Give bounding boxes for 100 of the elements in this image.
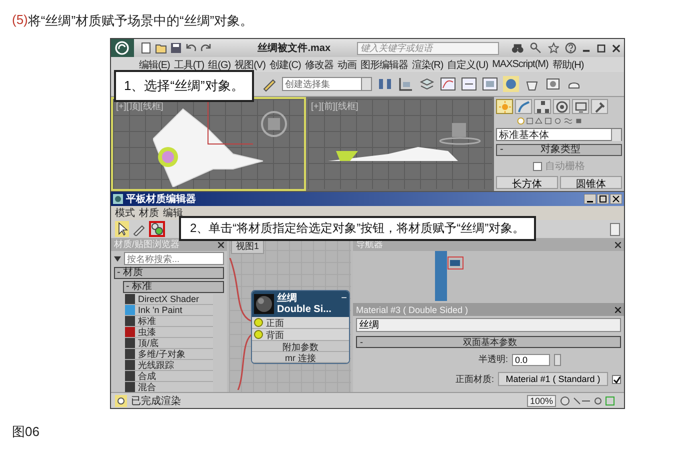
panel-icon[interactable] (482, 76, 498, 92)
app-logo-icon[interactable] (111, 39, 134, 57)
material-name: 多维/子对象 (138, 348, 186, 360)
material-list-item[interactable]: 标准 (125, 316, 213, 327)
menu-item[interactable]: 组(G) (208, 58, 231, 72)
menu-item[interactable]: 修改器 (304, 58, 334, 72)
material-list-item[interactable]: 混合 (125, 382, 213, 392)
panel-tab[interactable] (515, 99, 532, 114)
selection-set-dropdown[interactable]: 创建选择集 (282, 77, 372, 91)
menu-item[interactable]: 帮助(H) (552, 58, 584, 72)
triangle-down-icon[interactable] (114, 256, 121, 262)
search-field[interactable]: 按名称搜索... (124, 252, 224, 265)
status-text: 已完成渲染 (131, 394, 181, 408)
panel-tab[interactable] (496, 99, 513, 114)
connection-wire (229, 258, 251, 322)
window-title: 平板材质编辑器 (126, 192, 196, 206)
material-list-item[interactable]: 顶/底 (125, 338, 213, 349)
material-name: 虫漆 (138, 326, 156, 338)
panel-tab[interactable] (553, 99, 570, 114)
menu-item[interactable]: 渲染(R) (412, 58, 444, 72)
material-node[interactable]: 丝绸 Double Si... − 正面 背面 附加参数 mr 连接 (251, 290, 350, 364)
menu-item[interactable]: 自定义(U) (447, 58, 488, 72)
menu-item[interactable]: 视图(V) (234, 58, 266, 72)
save-icon[interactable] (170, 42, 182, 54)
checkbox-label: 自动栅格 (545, 160, 585, 173)
close-icon[interactable] (615, 306, 621, 312)
curve-icon (518, 100, 530, 112)
material-list-item[interactable]: 光线跟踪 (125, 360, 213, 371)
panel-tab[interactable] (534, 99, 551, 114)
menu-item[interactable]: 动画 (337, 58, 356, 72)
material-button[interactable]: Material #1 ( Standard ) (498, 372, 608, 386)
field-label: 正面材质: (455, 372, 494, 386)
material-list-item[interactable]: 虫漆 (125, 327, 213, 338)
node-rollout[interactable]: 附加参数 (252, 341, 349, 352)
close-icon[interactable] (615, 242, 621, 248)
node-type: Double Si... (277, 304, 332, 315)
zoom-dropdown[interactable]: 100% (526, 394, 556, 406)
hierarchy-icon (536, 100, 548, 112)
minimize-icon[interactable] (584, 194, 596, 204)
group-header[interactable]: - 材质 (114, 267, 224, 279)
close-icon[interactable] (612, 44, 620, 52)
input-slot[interactable]: 正面 (252, 317, 349, 329)
category-dropdown[interactable]: 标准基本体 (496, 128, 622, 141)
panel-tab[interactable] (572, 99, 589, 114)
align-icon[interactable] (398, 76, 414, 92)
checkbox[interactable] (612, 374, 621, 384)
curve-editor-icon[interactable] (440, 76, 456, 92)
menu-item[interactable]: MAXScript(M) (492, 59, 548, 70)
rollout-header[interactable]: - 双面基本参数 (356, 336, 621, 348)
node-rollout[interactable]: mr 连接 (252, 352, 349, 363)
material-list-item[interactable]: Ink 'n Paint (125, 305, 213, 316)
spheres-icon (151, 223, 163, 235)
sphere-thumbnail-icon (254, 294, 274, 314)
group-header[interactable]: - 标准 (123, 281, 224, 293)
material-name: Ink 'n Paint (138, 305, 182, 315)
maximize-icon[interactable] (597, 194, 609, 204)
material-list-item[interactable]: 多维/子对象 (125, 349, 213, 360)
checkbox[interactable] (533, 162, 542, 170)
rollout-header[interactable]: - 对象类型 (496, 144, 622, 156)
connection-wire (237, 334, 251, 390)
material-list-item[interactable]: 合成 (125, 371, 213, 382)
folder-icon[interactable] (154, 42, 167, 54)
new-file-icon[interactable] (140, 42, 152, 54)
callout-note: 1、选择“丝绸”对象。 (114, 70, 254, 102)
menu-item[interactable]: 材质 (139, 206, 159, 220)
redo-icon[interactable] (200, 42, 212, 54)
menu-item[interactable]: 工具(T) (174, 58, 204, 72)
hammer-icon (594, 100, 606, 112)
object-button[interactable]: 长方体 (496, 176, 558, 189)
menu-item[interactable]: 创建(C) (269, 58, 301, 72)
close-icon[interactable] (218, 242, 224, 248)
slot-label: 正面 (266, 318, 284, 328)
material-list-item[interactable]: DirectX Shader (125, 294, 213, 305)
assign-material-button[interactable] (149, 221, 165, 237)
maximize-icon[interactable] (596, 44, 606, 52)
panel-tab[interactable] (591, 99, 608, 114)
star-icon[interactable] (548, 42, 560, 54)
material-editor-icon[interactable] (503, 76, 519, 92)
axis-lines-drawing (207, 99, 253, 145)
menu-item[interactable]: 编辑(E) (139, 58, 170, 72)
name-field[interactable]: 丝绸 (356, 318, 621, 332)
undo-icon[interactable] (184, 42, 197, 54)
checkmark-icon (613, 376, 621, 384)
close-icon[interactable] (610, 194, 622, 204)
render-frame-icon[interactable] (545, 76, 561, 92)
material-name: 混合 (138, 380, 156, 392)
step-number: (5) (12, 12, 28, 29)
collapse-toggle[interactable]: − (341, 293, 347, 304)
menu-item[interactable]: 图形编辑器 (360, 58, 408, 72)
search-field[interactable]: 键入关键字或短语 (356, 42, 500, 54)
material-name: 标准 (138, 314, 156, 328)
figure-caption: 图06 (12, 423, 40, 441)
binoculars-icon[interactable] (511, 42, 524, 54)
number-field[interactable]: 0.0 (512, 354, 550, 366)
help-icon[interactable] (565, 42, 576, 54)
menu-item[interactable]: 模式 (115, 206, 135, 220)
object-button[interactable]: 圆锥体 (560, 176, 622, 189)
rollout-sign: - (500, 145, 504, 155)
panel-title: 材质/贴图浏览器 (114, 238, 180, 251)
layers-icon[interactable] (419, 76, 435, 92)
